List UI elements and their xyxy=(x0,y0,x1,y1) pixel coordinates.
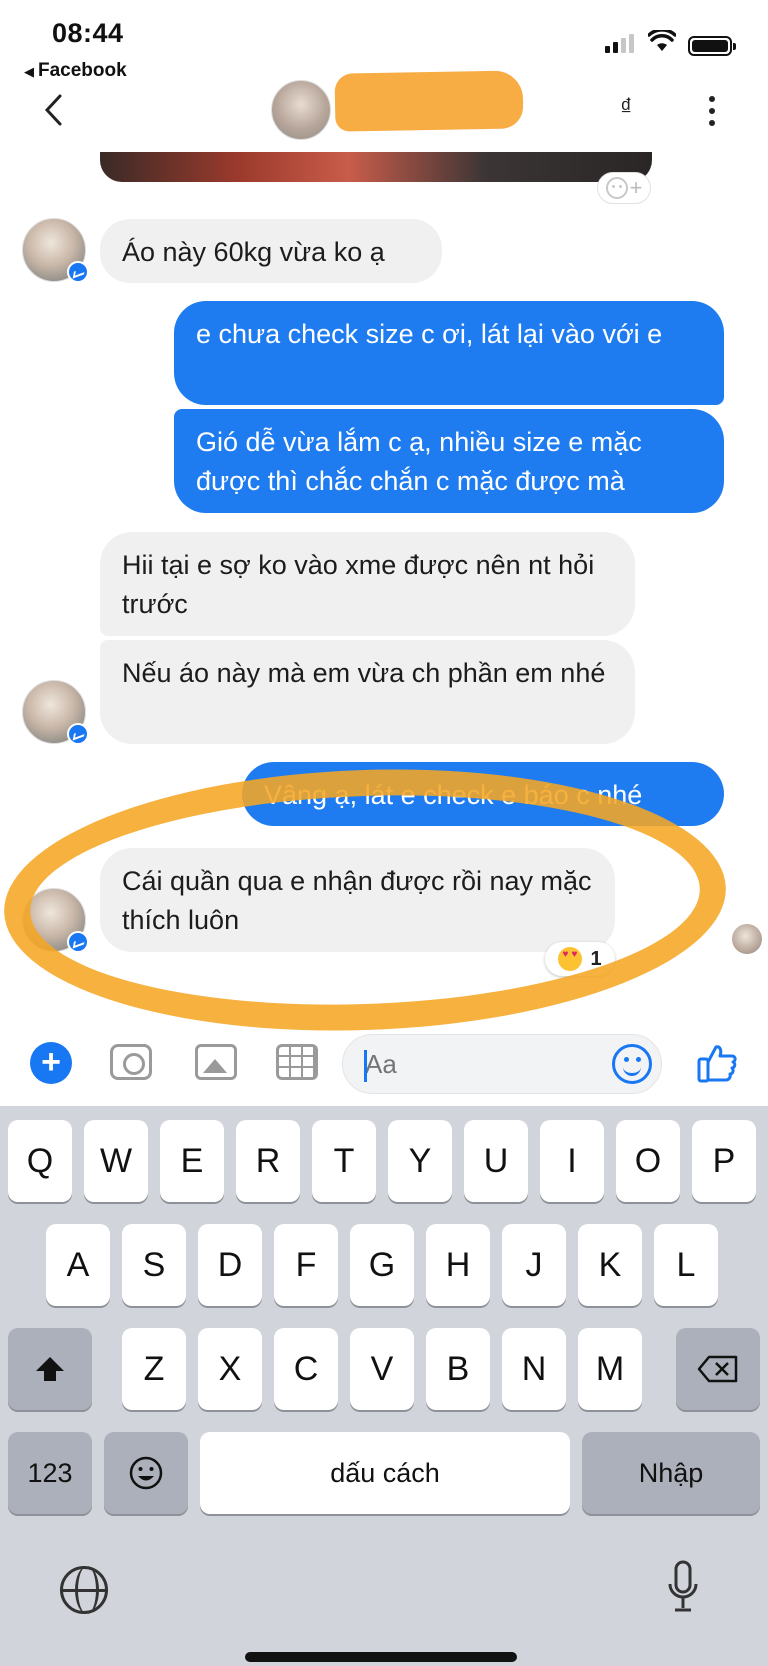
reaction-badge[interactable]: 1 xyxy=(545,942,615,976)
smiley-icon xyxy=(605,177,628,199)
key-g[interactable]: G xyxy=(350,1224,414,1306)
clock: 08:44 xyxy=(52,18,124,48)
home-indicator xyxy=(245,1652,517,1662)
more-options-icon[interactable] xyxy=(707,96,717,126)
return-key[interactable]: Nhập xyxy=(582,1432,760,1514)
key-o[interactable]: O xyxy=(616,1120,680,1202)
messenger-badge-icon xyxy=(67,261,89,283)
message-bubble-incoming[interactable]: Áo này 60kg vừa ko ạ xyxy=(100,219,442,283)
shift-arrow-icon xyxy=(36,1357,64,1381)
globe-icon[interactable] xyxy=(60,1566,108,1614)
sender-avatar[interactable] xyxy=(22,888,89,953)
key-r[interactable]: R xyxy=(236,1120,300,1202)
contact-avatar[interactable] xyxy=(271,80,331,140)
sender-avatar[interactable] xyxy=(22,680,89,745)
gallery-icon[interactable] xyxy=(195,1044,237,1080)
key-c[interactable]: C xyxy=(274,1328,338,1410)
reaction-count: 1 xyxy=(590,947,602,970)
emoji-keyboard-key[interactable] xyxy=(104,1432,188,1514)
back-to-app-link[interactable]: ◀ Facebook xyxy=(24,60,127,82)
gif-sticker-icon[interactable] xyxy=(276,1044,318,1080)
key-x[interactable]: X xyxy=(198,1328,262,1410)
battery-icon xyxy=(688,36,736,56)
conversation-header: ₫ xyxy=(0,70,768,155)
message-bubble-outgoing[interactable]: Vâng ạ, lát e check e báo c nhé xyxy=(242,762,724,826)
key-w[interactable]: W xyxy=(84,1120,148,1202)
status-bar: 08:44 ◀ Facebook xyxy=(0,0,768,82)
message-bubble-outgoing[interactable]: e chưa check size c ơi, lát lại vào với … xyxy=(174,301,724,405)
backspace-key[interactable] xyxy=(676,1328,760,1410)
microphone-icon[interactable] xyxy=(666,1560,700,1616)
key-q[interactable]: Q xyxy=(8,1120,72,1202)
cellular-signal-icon xyxy=(605,34,634,53)
key-p[interactable]: P xyxy=(692,1120,756,1202)
key-s[interactable]: S xyxy=(122,1224,186,1306)
seen-indicator-avatar xyxy=(732,924,762,954)
key-v[interactable]: V xyxy=(350,1328,414,1410)
key-j[interactable]: J xyxy=(502,1224,566,1306)
keyboard: Q W E R T Y U I O P A S D F G H J K L Z … xyxy=(0,1106,768,1666)
space-key[interactable]: dấu cách xyxy=(200,1432,570,1514)
key-e[interactable]: E xyxy=(160,1120,224,1202)
key-d[interactable]: D xyxy=(198,1224,262,1306)
key-h[interactable]: H xyxy=(426,1224,490,1306)
text-caret xyxy=(364,1050,367,1082)
back-triangle-icon: ◀ xyxy=(24,64,34,79)
emoji-icon[interactable] xyxy=(612,1044,652,1084)
back-chevron-icon[interactable] xyxy=(40,92,68,128)
message-bubble-outgoing[interactable]: Gió dễ vừa lắm c ạ, nhiều size e mặc đượ… xyxy=(174,409,724,513)
wifi-icon xyxy=(648,30,676,51)
key-m[interactable]: M xyxy=(578,1328,642,1410)
key-i[interactable]: I xyxy=(540,1120,604,1202)
key-k[interactable]: K xyxy=(578,1224,642,1306)
emoji-face-icon xyxy=(129,1456,163,1490)
shift-key[interactable] xyxy=(8,1328,92,1410)
key-y[interactable]: Y xyxy=(388,1120,452,1202)
key-l[interactable]: L xyxy=(654,1224,718,1306)
message-bubble-incoming[interactable]: Nếu áo này mà em vừa ch phần em nhé xyxy=(100,640,635,744)
message-composer: + xyxy=(0,1022,768,1118)
key-t[interactable]: T xyxy=(312,1120,376,1202)
heart-eyes-emoji-icon xyxy=(558,947,583,971)
add-reaction-button[interactable]: + xyxy=(597,172,651,204)
payment-icon[interactable]: ₫ xyxy=(620,94,632,122)
backspace-icon xyxy=(697,1355,738,1383)
key-u[interactable]: U xyxy=(464,1120,528,1202)
key-a[interactable]: A xyxy=(46,1224,110,1306)
message-bubble-incoming[interactable]: Hii tại e sợ ko vào xme được nên nt hỏi … xyxy=(100,532,635,636)
key-n[interactable]: N xyxy=(502,1328,566,1410)
messenger-badge-icon xyxy=(67,931,89,953)
redacted-contact-name xyxy=(334,70,524,132)
numbers-key[interactable]: 123 xyxy=(8,1432,92,1514)
sender-avatar[interactable] xyxy=(22,218,89,283)
thumbs-up-icon[interactable] xyxy=(696,1042,738,1084)
key-f[interactable]: F xyxy=(274,1224,338,1306)
key-b[interactable]: B xyxy=(426,1328,490,1410)
camera-icon[interactable] xyxy=(110,1044,152,1080)
key-z[interactable]: Z xyxy=(122,1328,186,1410)
shared-photo[interactable] xyxy=(100,152,652,182)
plus-icon[interactable]: + xyxy=(30,1042,72,1084)
back-app-label: Facebook xyxy=(38,60,127,81)
messenger-badge-icon xyxy=(67,723,89,745)
message-bubble-incoming[interactable]: Cái quần qua e nhận được rồi nay mặc thí… xyxy=(100,848,615,952)
